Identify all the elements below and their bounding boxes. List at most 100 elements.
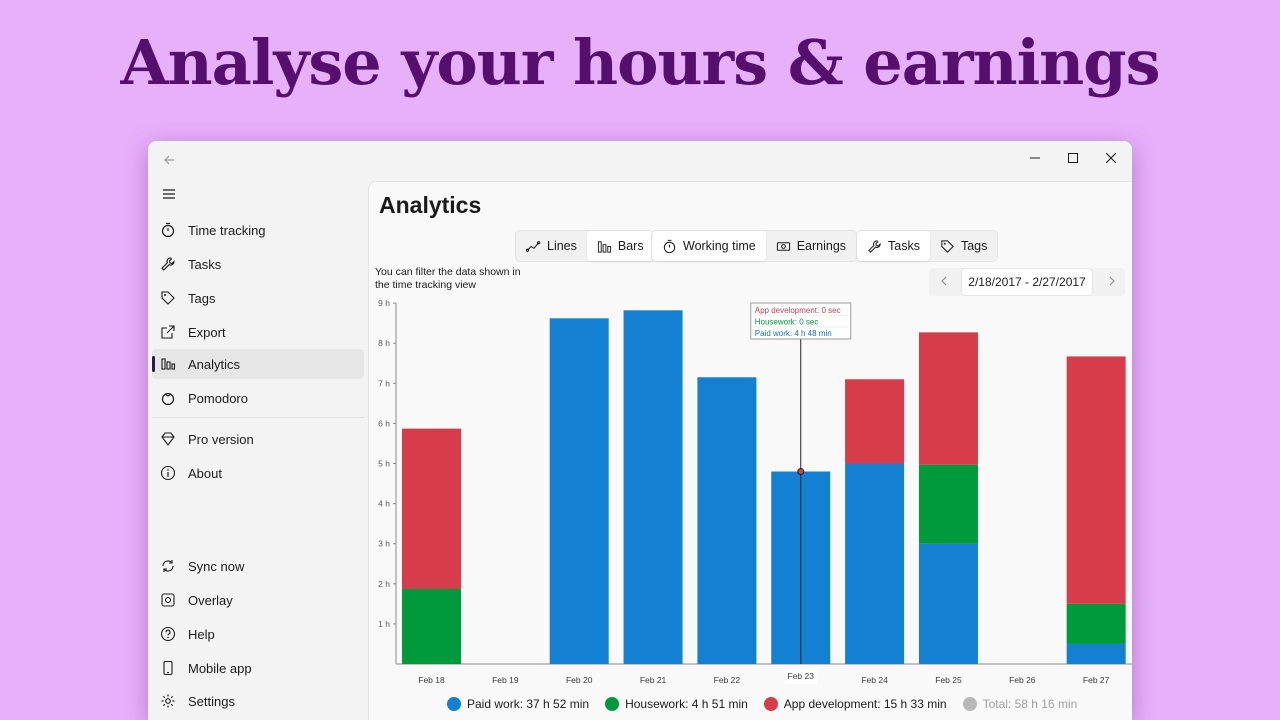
gear-icon [161, 694, 175, 708]
info-icon [160, 465, 176, 481]
legend-label: Paid work: 37 h 52 min [467, 697, 590, 711]
hamburger-menu-icon[interactable] [158, 185, 180, 207]
sidebar-item-export[interactable]: Export [152, 317, 364, 347]
tomato-icon [161, 392, 175, 406]
sidebar-item-label: Pro version [188, 432, 254, 447]
headline: Analyse your hours & earnings [120, 26, 1160, 99]
sidebar-item-analytics[interactable]: Analytics [152, 349, 364, 379]
sidebar-item-pomodoro[interactable]: Pomodoro [152, 383, 364, 413]
bar-segment-housework [918, 464, 978, 544]
legend-item[interactable]: Total: 58 h 16 min [962, 697, 1078, 711]
y-tick-label: 9 h [378, 298, 390, 308]
y-tick-label: 8 h [378, 338, 390, 348]
sidebar-item-label: Overlay [188, 593, 233, 608]
bar-segment-paid-work [623, 310, 683, 664]
sidebar-item-label: Sync now [188, 559, 245, 574]
close-button[interactable] [1092, 145, 1130, 173]
legend-item[interactable]: Paid work: 37 h 52 min [447, 697, 589, 711]
x-tick-label: Feb 22 [714, 675, 741, 685]
y-tick-label: 3 h [378, 539, 390, 549]
sidebar-item-about[interactable]: About [152, 458, 364, 488]
back-arrow-icon[interactable] [158, 150, 180, 172]
sidebar-item-tasks[interactable]: Tasks [152, 249, 364, 279]
bar-chart-icon [161, 358, 176, 370]
maximize-button[interactable] [1054, 145, 1092, 173]
sidebar-divider [152, 417, 364, 418]
sidebar-item-time-tracking[interactable]: Time tracking [152, 215, 364, 245]
legend-label: Total: 58 h 16 min [982, 697, 1078, 711]
title-bar [148, 141, 1132, 181]
sidebar-item-label: About [188, 466, 222, 481]
sidebar-item-help[interactable]: Help [152, 619, 364, 649]
sidebar-item-label: Tasks [188, 257, 222, 272]
bar-segment-paid-work [697, 377, 757, 664]
sidebar-item-mobile-app[interactable]: Mobile app [152, 653, 364, 683]
wrench-icon [161, 257, 175, 271]
tooltip-line: Paid work: 4 h 48 min [755, 329, 832, 338]
bar-segment-app-development [402, 428, 461, 590]
sidebar-item-label: Tags [188, 291, 216, 306]
x-tick-label: Feb 23 [788, 671, 815, 681]
bar-segment-app-development [918, 332, 978, 465]
bar-segment-app-development [845, 379, 905, 464]
tag-icon [161, 291, 175, 305]
sidebar-item-label: Help [188, 627, 215, 642]
x-tick-label: Feb 18 [418, 675, 445, 685]
y-tick-label: 4 h [378, 499, 390, 509]
sidebar-item-label: Settings [188, 694, 235, 709]
tooltip-line: App development: 0 sec [755, 306, 841, 315]
sidebar-item-pro-version[interactable]: Pro version [152, 424, 364, 454]
sidebar-item-tags[interactable]: Tags [152, 283, 364, 313]
legend-label: Housework: 4 h 51 min [625, 697, 748, 711]
legend-item[interactable]: App development: 15 h 33 min [763, 697, 947, 711]
diamond-icon [161, 432, 175, 446]
legend-label: App development: 15 h 33 min [783, 697, 947, 711]
legend-swatch [447, 697, 461, 711]
sidebar-item-label: Analytics [188, 357, 241, 372]
x-tick-label: Feb 27 [1083, 675, 1110, 685]
y-tick-label: 6 h [378, 418, 390, 428]
sidebar-item-sync-now[interactable]: Sync now [152, 551, 364, 581]
hover-marker [797, 468, 805, 476]
sidebar-item-label: Time tracking [188, 223, 266, 238]
chart-legend: Paid work: 37 h 52 min Housework: 4 h 51 … [447, 697, 1077, 711]
sidebar-item-settings[interactable]: Settings [152, 686, 364, 716]
analytics-page: Analytics Lines Bars Working time Earnin… [368, 181, 1132, 720]
legend-item[interactable]: Housework: 4 h 51 min [605, 697, 748, 711]
sidebar-item-label: Mobile app [188, 661, 252, 676]
help-icon [160, 626, 176, 642]
x-tick-label: Feb 25 [935, 675, 962, 685]
x-tick-label: Feb 24 [861, 675, 888, 685]
app-window: Time tracking Tasks Tags Export Analytic… [148, 141, 1132, 720]
x-tick-label: Feb 19 [492, 675, 519, 685]
x-tick-label: Feb 20 [566, 675, 593, 685]
sync-icon [162, 560, 174, 572]
minimize-button[interactable] [1016, 145, 1054, 173]
legend-swatch [763, 697, 778, 711]
export-icon [161, 325, 175, 339]
y-tick-label: 1 h [378, 619, 390, 629]
bar-segment-paid-work [1066, 643, 1126, 664]
stopwatch-icon [161, 222, 175, 238]
legend-swatch [605, 697, 620, 711]
bar-segment-paid-work [549, 318, 609, 664]
stacked-bar-chart[interactable]: 1 h 2 h 3 h 4 h 5 h 6 h 7 h 8 h 9 h Feb 18 Feb 19 F… [369, 182, 1132, 692]
y-tick-label: 2 h [378, 579, 390, 589]
bar-segment-housework [1066, 603, 1126, 644]
bar-segment-paid-work [845, 463, 905, 664]
phone-icon [163, 660, 173, 676]
selection-indicator [152, 356, 155, 372]
bar-segment-housework [402, 589, 461, 664]
y-tick-label: 7 h [378, 378, 390, 388]
tooltip-line: Housework: 0 sec [755, 318, 819, 327]
x-tick-label: Feb 26 [1009, 675, 1036, 685]
y-tick-label: 5 h [378, 459, 390, 469]
sidebar-item-label: Export [188, 325, 226, 340]
bar-segment-app-development [1066, 356, 1126, 604]
x-tick-label: Feb 21 [640, 675, 667, 685]
overlay-icon [161, 593, 175, 607]
bar-segment-paid-work [918, 543, 978, 664]
sidebar-item-overlay[interactable]: Overlay [152, 585, 364, 615]
sidebar: Time tracking Tasks Tags Export Analytic… [148, 181, 368, 720]
legend-swatch [962, 697, 977, 711]
